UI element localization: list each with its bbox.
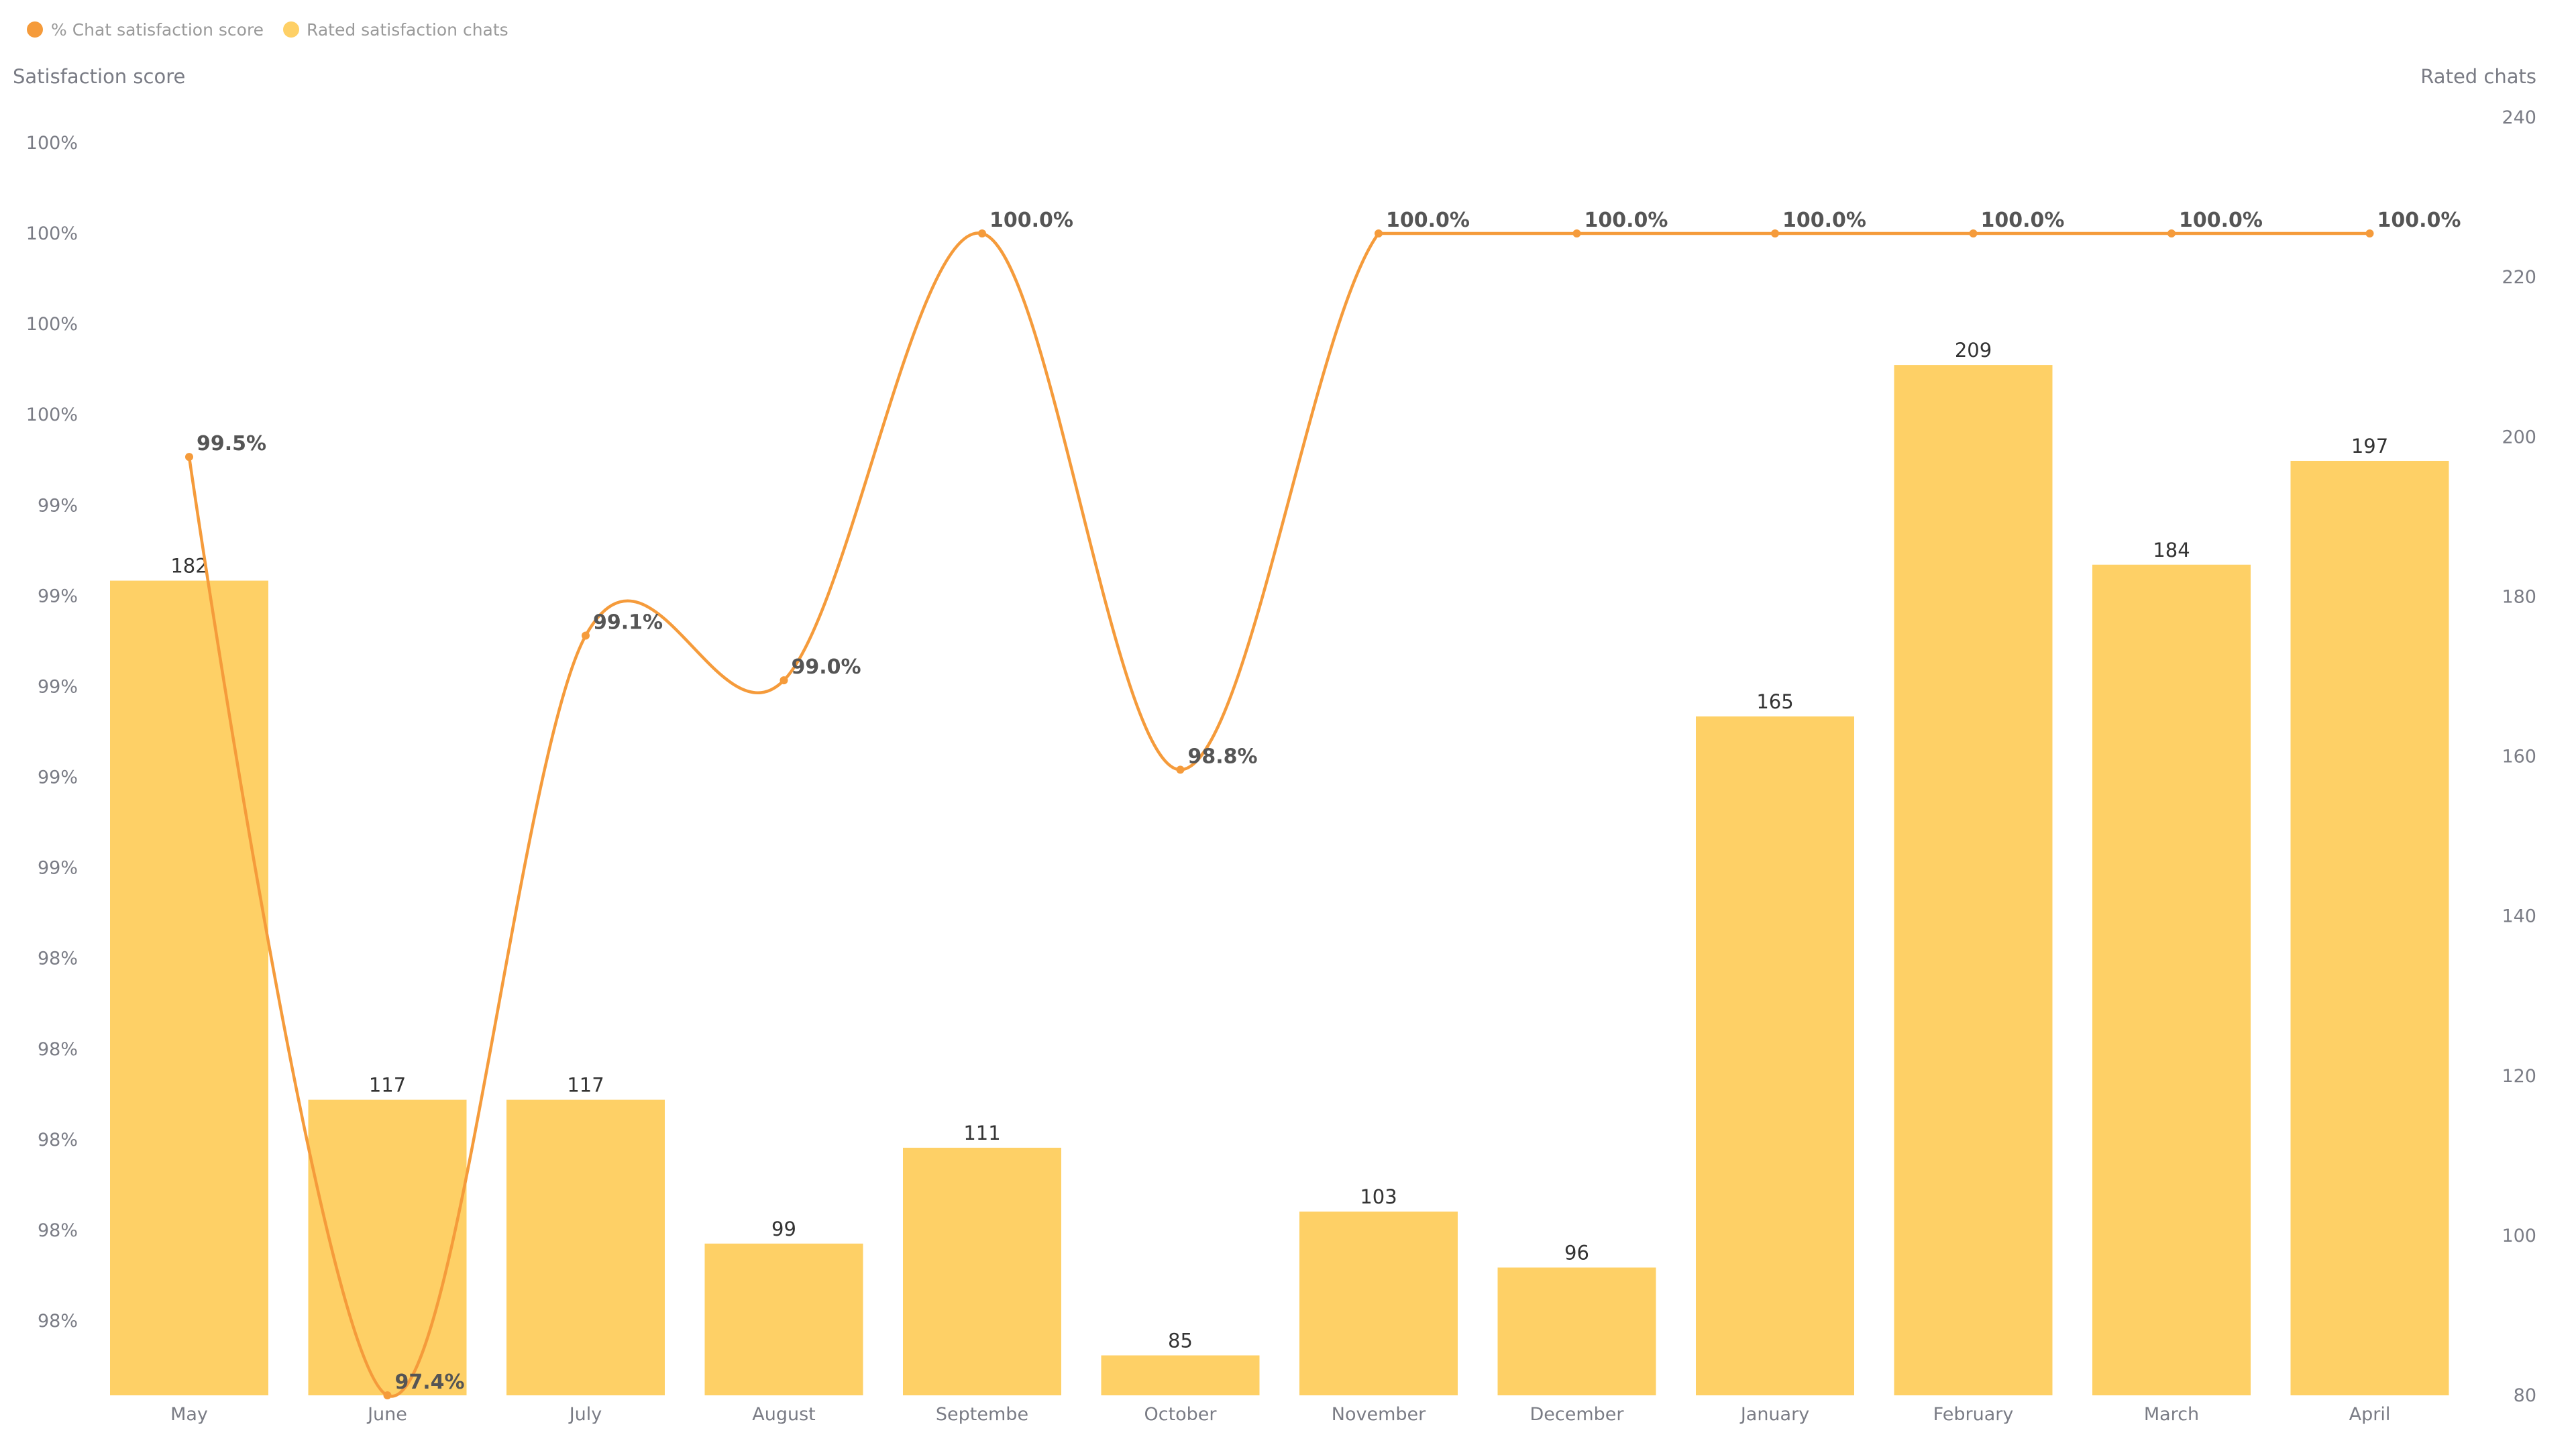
line-point: [1969, 229, 1978, 237]
x-axis-label: Septembe: [936, 1404, 1028, 1425]
x-axis-label: June: [366, 1404, 407, 1425]
left-axis-tick-label: 99%: [38, 495, 78, 516]
line-value-label: 99.5%: [197, 432, 266, 455]
line-value-label: 100.0%: [989, 209, 1073, 232]
x-axis-label: December: [1529, 1404, 1624, 1425]
bar-value-label: 117: [567, 1073, 604, 1096]
bar-series: [110, 365, 2449, 1395]
legend-item-satisfaction-score[interactable]: % Chat satisfaction score: [27, 20, 264, 40]
left-axis-tick-label: 99%: [38, 586, 78, 606]
left-axis-tick-label: 98%: [38, 1311, 78, 1332]
bar: [1101, 1355, 1260, 1395]
line-value-label: 98.8%: [1188, 745, 1258, 768]
line-value-label: 100.0%: [1585, 209, 1668, 232]
line-point: [2167, 229, 2176, 237]
line-point: [1771, 229, 1779, 237]
bar: [704, 1243, 863, 1395]
bar-value-label: 184: [2153, 539, 2190, 561]
line-value-label: 100.0%: [1981, 209, 2065, 232]
x-axis-label: July: [568, 1404, 602, 1425]
left-axis-tick-label: 98%: [38, 1130, 78, 1150]
bar-value-label: 182: [170, 555, 207, 578]
left-axis-tick-label: 100%: [26, 223, 78, 244]
line-point: [2365, 229, 2374, 237]
bar-value-label: 85: [1168, 1329, 1193, 1352]
x-axis-label: February: [1933, 1404, 2014, 1425]
left-axis-tick-label: 100%: [26, 133, 78, 154]
bar-value-label: 165: [1756, 690, 1793, 713]
line-point: [1176, 765, 1185, 774]
line-value-label: 99.1%: [593, 611, 663, 635]
x-axis-label: August: [752, 1404, 816, 1425]
bar-value-label: 117: [369, 1073, 406, 1096]
bar: [1497, 1267, 1656, 1395]
bar-value-label: 96: [1564, 1242, 1589, 1265]
legend-label-satisfaction-score: % Chat satisfaction score: [51, 20, 264, 40]
right-axis-tick-label: 100: [2502, 1226, 2536, 1246]
right-axis-tick-label: 120: [2502, 1066, 2536, 1087]
legend: % Chat satisfaction score Rated satisfac…: [27, 20, 508, 40]
line-value-label: 100.0%: [2179, 209, 2263, 232]
x-axis-label: April: [2349, 1404, 2391, 1425]
bar-labels: 182 117 117 99 111 85 103 96 165 209 184 197: [170, 339, 2388, 1352]
chart: % Chat satisfaction score Rated satisfac…: [13, 20, 2536, 1425]
right-axis-title: Rated chats: [2420, 65, 2536, 88]
line-point: [582, 631, 590, 640]
right-axis-tick-label: 200: [2502, 427, 2536, 447]
line-value-label: 100.0%: [2377, 209, 2461, 232]
left-axis-tick-label: 99%: [38, 676, 78, 697]
x-axis-label: October: [1144, 1404, 1217, 1425]
bar: [2290, 460, 2449, 1395]
x-axis-label: January: [1739, 1404, 1809, 1425]
bar: [110, 580, 268, 1395]
left-axis-tick-label: 99%: [38, 858, 78, 879]
x-axis-labels: May June July August Septembe October November…: [170, 1404, 2390, 1425]
bar-value-label: 99: [771, 1218, 796, 1240]
bar-value-label: 103: [1360, 1185, 1397, 1208]
line-point: [383, 1391, 392, 1399]
legend-label-rated-chats: Rated satisfaction chats: [307, 20, 508, 40]
bar: [1299, 1212, 1458, 1395]
bar-value-label: 209: [1955, 339, 1992, 362]
bar: [903, 1147, 1061, 1395]
line-value-label: 100.0%: [1386, 209, 1470, 232]
bar: [1894, 365, 2053, 1395]
right-axis-tick-label: 160: [2502, 747, 2536, 767]
left-axis-tick-label: 98%: [38, 949, 78, 969]
line-value-label: 97.4%: [395, 1371, 465, 1394]
bar: [2092, 564, 2251, 1395]
line-value-label: 100.0%: [1782, 209, 1866, 232]
right-axis-tick-label: 180: [2502, 586, 2536, 607]
line-point: [1375, 229, 1383, 237]
line-point: [780, 676, 788, 685]
left-axis-tick-label: 99%: [38, 767, 78, 788]
line-point: [978, 229, 986, 237]
right-axis-tick-label: 80: [2514, 1385, 2536, 1406]
bar-value-label: 111: [963, 1122, 1000, 1144]
x-axis-label: November: [1332, 1404, 1426, 1425]
left-axis-tick-label: 98%: [38, 1039, 78, 1060]
right-axis-tick-label: 220: [2502, 267, 2536, 288]
legend-item-rated-chats[interactable]: Rated satisfaction chats: [283, 20, 508, 40]
line-point: [185, 453, 193, 462]
left-axis-title: Satisfaction score: [13, 65, 185, 88]
legend-marker-satisfaction-score-icon: [27, 21, 43, 38]
x-axis-label: March: [2144, 1404, 2199, 1425]
line-value-label: 99.0%: [792, 655, 861, 679]
right-axis-tick-label: 240: [2502, 107, 2536, 128]
left-axis-ticks: 100% 100% 100% 100% 99% 99% 99% 99% 99% 98% 98% 98%…: [26, 133, 78, 1332]
x-axis-label: May: [170, 1404, 208, 1425]
line-point: [1572, 229, 1581, 237]
legend-marker-rated-chats-icon: [283, 21, 299, 38]
left-axis-tick-label: 100%: [26, 405, 78, 425]
bar-value-label: 197: [2351, 435, 2388, 458]
left-axis-tick-label: 100%: [26, 314, 78, 335]
bar: [506, 1099, 665, 1395]
left-axis-tick-label: 98%: [38, 1220, 78, 1241]
bar: [1696, 716, 1854, 1395]
right-axis-ticks: 240 220 200 180 160 140 120 100 80: [2502, 107, 2536, 1406]
right-axis-tick-label: 140: [2502, 906, 2536, 927]
